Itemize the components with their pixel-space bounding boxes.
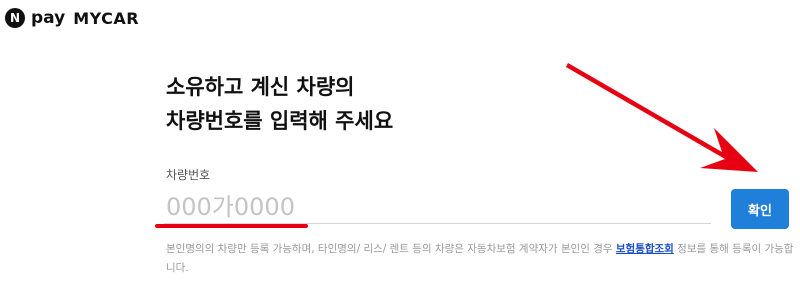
plate-number-label: 차량번호 bbox=[166, 168, 211, 182]
insurance-lookup-link[interactable]: 보험통합조회 bbox=[616, 243, 674, 255]
page-title-line1: 소유하고 계신 차량의 bbox=[166, 75, 355, 99]
naver-pay-mycar-logo[interactable]: N pay MYCAR bbox=[5, 7, 139, 29]
registration-notice: 본인명의의 차량만 등록 가능하며, 타인명의/ 리스/ 렌트 등의 차량은 자… bbox=[166, 240, 796, 278]
logo-mycar-text: MYCAR bbox=[73, 8, 140, 28]
page-title-line2: 차량번호를 입력해 주세요 bbox=[166, 109, 394, 133]
naver-n-icon: N bbox=[5, 8, 25, 28]
red-arrow-icon bbox=[566, 63, 758, 172]
input-highlight-underline bbox=[155, 224, 308, 228]
page-title: 소유하고 계신 차량의 차량번호를 입력해 주세요 bbox=[166, 70, 393, 138]
confirm-button[interactable]: 확인 bbox=[731, 189, 789, 229]
plate-number-input[interactable] bbox=[164, 190, 711, 224]
logo-pay-text: pay bbox=[31, 8, 66, 28]
notice-text-before: 본인명의의 차량만 등록 가능하며, 타인명의/ 리스/ 렌트 등의 차량은 자… bbox=[166, 243, 616, 255]
